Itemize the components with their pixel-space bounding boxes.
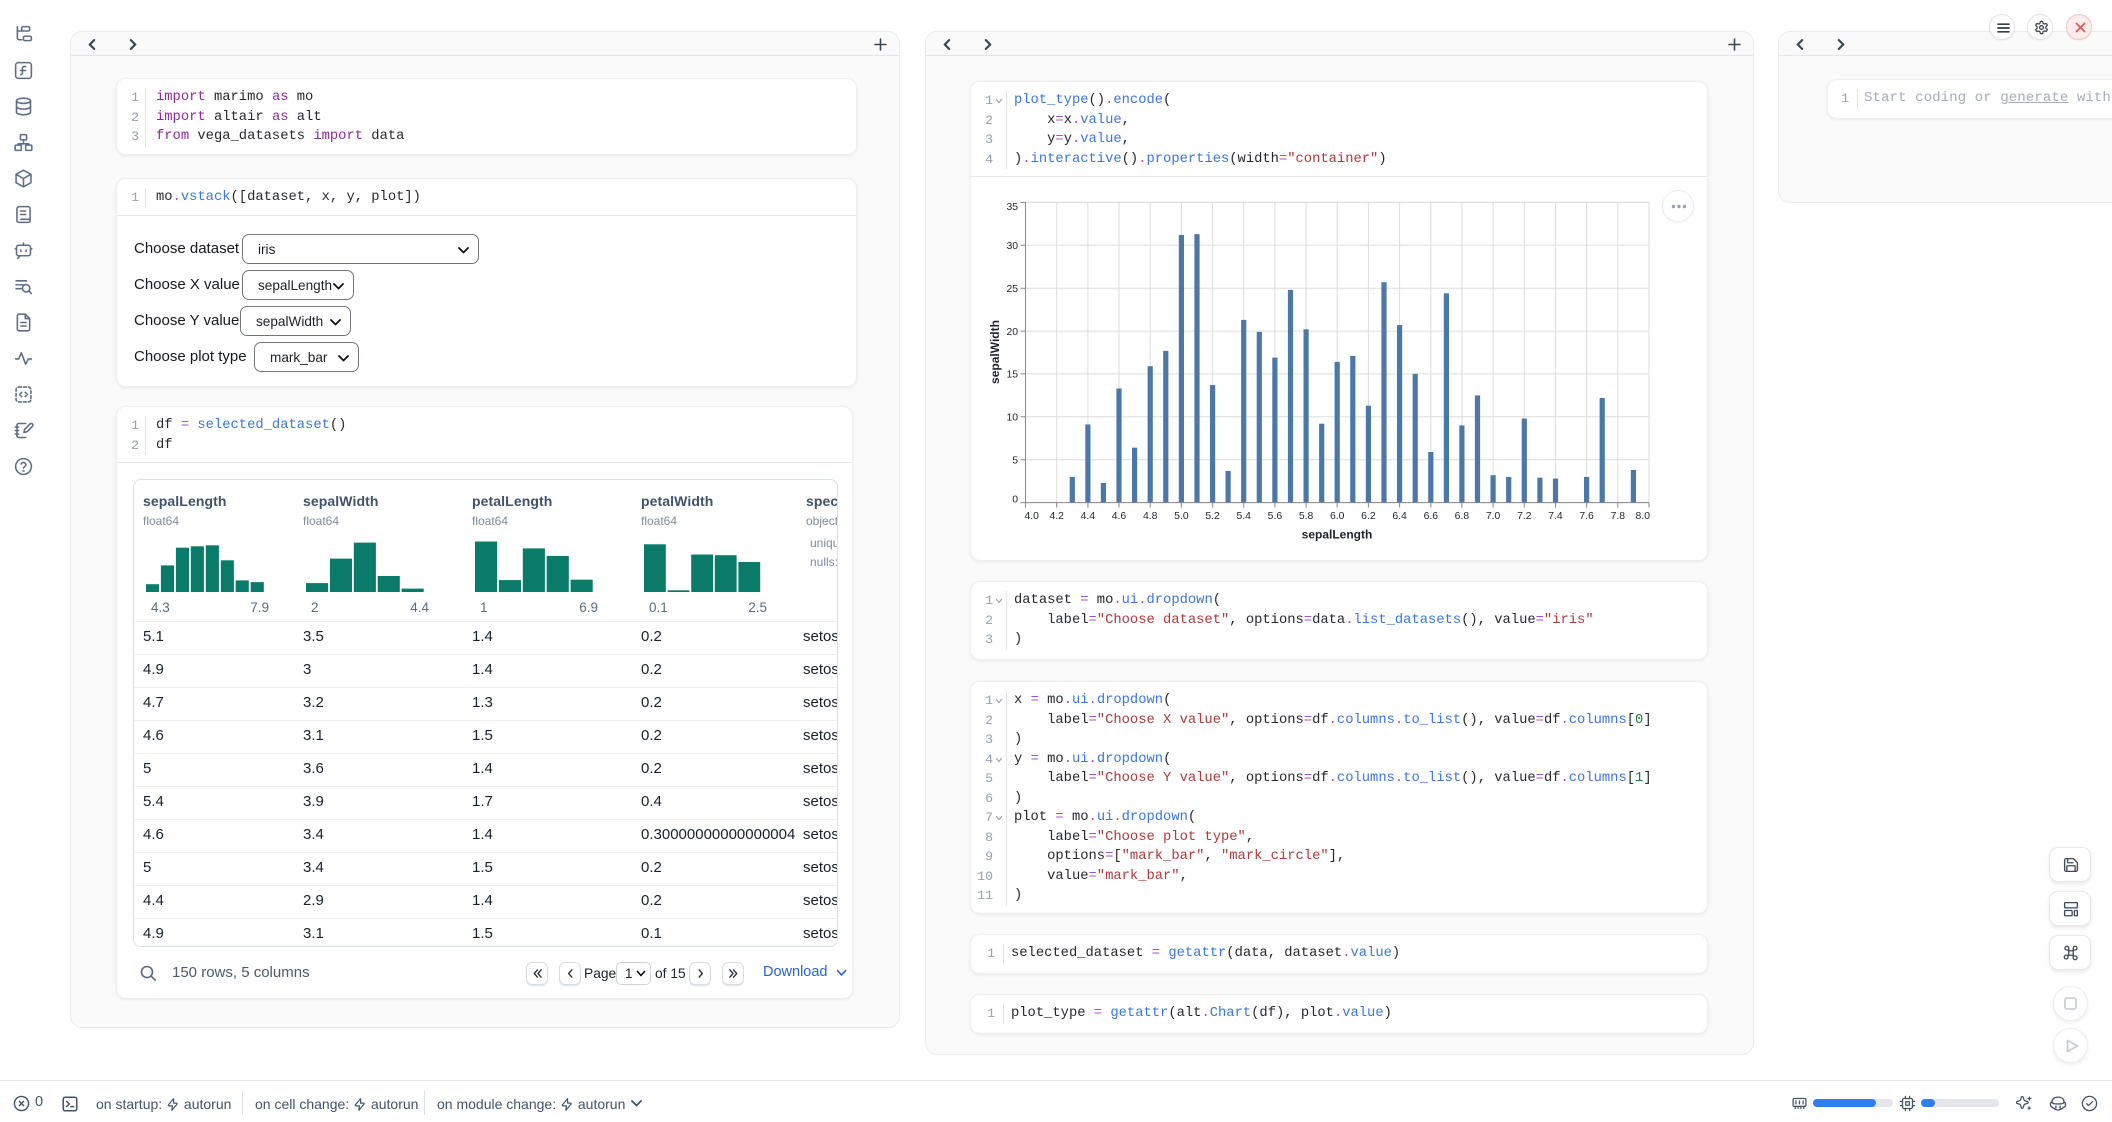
svg-text:25: 25 bbox=[1006, 284, 1018, 295]
svg-text:35: 35 bbox=[1006, 202, 1018, 213]
svg-text:6.6: 6.6 bbox=[1424, 511, 1439, 522]
svg-text:7.8: 7.8 bbox=[1611, 511, 1626, 522]
svg-text:5.8: 5.8 bbox=[1299, 511, 1314, 522]
svg-text:5: 5 bbox=[1012, 455, 1018, 466]
svg-text:5.4: 5.4 bbox=[1236, 511, 1251, 522]
svg-text:4.4: 4.4 bbox=[1081, 511, 1096, 522]
svg-text:5.0: 5.0 bbox=[1174, 511, 1189, 522]
svg-text:4.8: 4.8 bbox=[1143, 511, 1158, 522]
svg-text:7.6: 7.6 bbox=[1579, 511, 1594, 522]
svg-text:5.2: 5.2 bbox=[1205, 511, 1220, 522]
svg-text:6.8: 6.8 bbox=[1455, 511, 1470, 522]
svg-text:4.0: 4.0 bbox=[1025, 511, 1040, 522]
svg-text:sepalLength: sepalLength bbox=[1302, 528, 1373, 542]
svg-text:7.4: 7.4 bbox=[1548, 511, 1563, 522]
svg-text:6.2: 6.2 bbox=[1361, 511, 1376, 522]
svg-text:6.4: 6.4 bbox=[1392, 511, 1407, 522]
svg-text:10: 10 bbox=[1006, 413, 1018, 424]
svg-text:7.0: 7.0 bbox=[1486, 511, 1501, 522]
svg-text:0: 0 bbox=[1012, 495, 1018, 506]
svg-text:5.6: 5.6 bbox=[1268, 511, 1283, 522]
svg-text:30: 30 bbox=[1006, 241, 1018, 252]
svg-text:7.2: 7.2 bbox=[1517, 511, 1532, 522]
svg-text:20: 20 bbox=[1006, 327, 1018, 338]
svg-text:15: 15 bbox=[1006, 370, 1018, 381]
svg-text:8.0: 8.0 bbox=[1636, 511, 1651, 522]
svg-text:sepalWidth: sepalWidth bbox=[988, 320, 1002, 384]
svg-text:4.2: 4.2 bbox=[1049, 511, 1064, 522]
svg-text:4.6: 4.6 bbox=[1112, 511, 1127, 522]
svg-text:6.0: 6.0 bbox=[1330, 511, 1345, 522]
